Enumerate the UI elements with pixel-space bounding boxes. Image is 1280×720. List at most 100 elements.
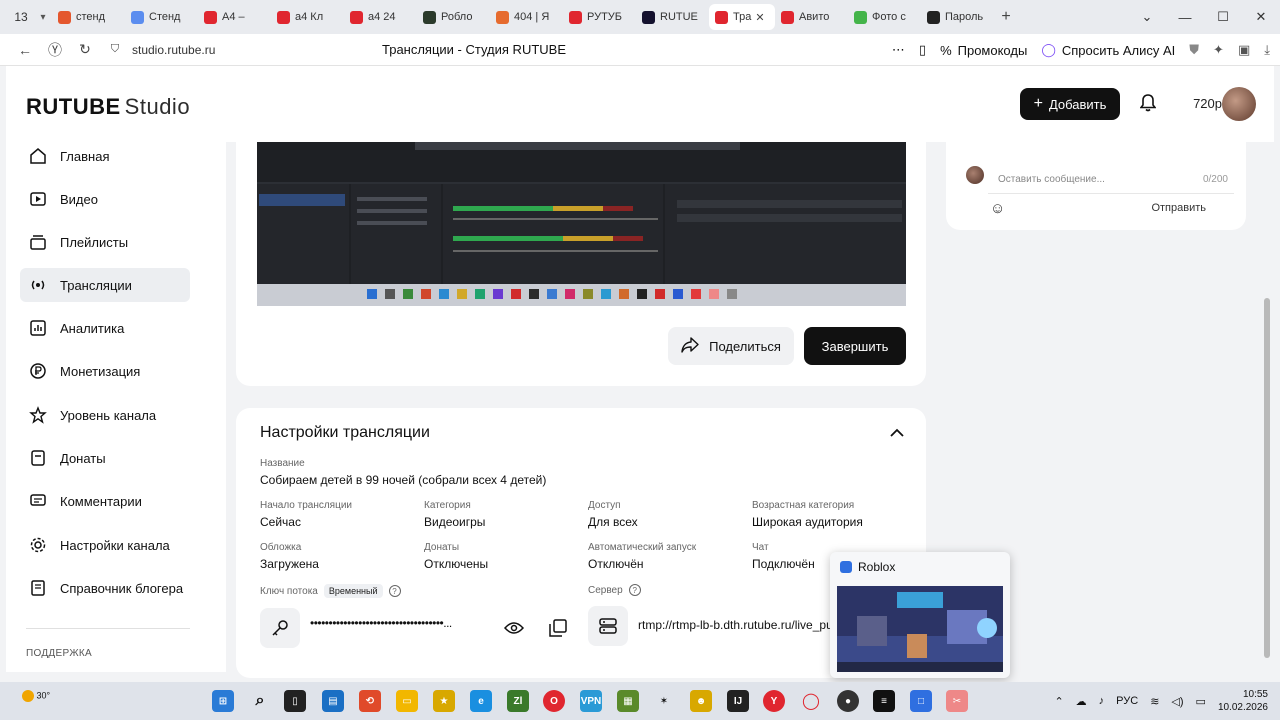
browser-tab[interactable]: Робло xyxy=(417,4,490,30)
key-icon[interactable] xyxy=(260,608,300,648)
promo-button[interactable]: % Промокоды xyxy=(940,43,1027,58)
search-icon[interactable]: ⌕ xyxy=(249,690,271,712)
tray-expand-icon[interactable]: ⌃ xyxy=(1054,695,1063,708)
minecraft-icon[interactable]: ▦ xyxy=(617,690,639,712)
edge-icon[interactable]: e xyxy=(470,690,492,712)
network-icon[interactable]: ☁ xyxy=(1076,695,1087,708)
roblox-thumbnail[interactable] xyxy=(837,586,1003,672)
sidebar-item-broadcast[interactable]: Трансляции xyxy=(20,268,190,302)
sidebar-item-donation[interactable]: Донаты xyxy=(20,441,190,475)
opera-gx-icon[interactable]: ◯ xyxy=(800,690,822,712)
browser-tab[interactable]: а4 Кл xyxy=(271,4,344,30)
browser-tab[interactable]: Фото с xyxy=(848,4,921,30)
balance-value[interactable]: 720р xyxy=(1193,96,1222,111)
emoji-icon[interactable]: ☺ xyxy=(990,200,1005,217)
wifi-icon[interactable]: ≋ xyxy=(1150,695,1159,708)
obs-icon[interactable]: ● xyxy=(837,690,859,712)
browser-tab[interactable]: стенд xyxy=(52,4,125,30)
sidebar-item-ruble[interactable]: Монетизация xyxy=(20,354,190,388)
alice-button[interactable]: ◯ Спросить Алису AI xyxy=(1041,42,1175,58)
minimize-icon[interactable]: — xyxy=(1166,10,1204,25)
snipping-icon[interactable]: ✂ xyxy=(946,690,968,712)
chevron-up-icon[interactable] xyxy=(890,424,904,440)
add-button[interactable]: + Добавить xyxy=(1020,88,1120,120)
maximize-icon[interactable]: ☐ xyxy=(1204,9,1242,25)
tab-favicon-icon xyxy=(277,10,290,24)
url-field[interactable]: studio.rutube.ru xyxy=(132,43,382,57)
tab-search-icon[interactable]: ⌄ xyxy=(1128,9,1166,25)
task-view-icon[interactable]: ▯ xyxy=(284,690,306,712)
browser-tab[interactable]: а4 24 xyxy=(344,4,417,30)
ij-icon[interactable]: IJ xyxy=(727,690,749,712)
volume-icon[interactable]: ◁) xyxy=(1171,695,1183,708)
sidebar-item-star[interactable]: Уровень канала xyxy=(20,398,190,432)
new-tab-button[interactable]: + xyxy=(994,8,1018,26)
extensions-icon[interactable]: ✦ xyxy=(1213,42,1224,58)
bookmark-icon[interactable]: ▯ xyxy=(919,42,926,58)
finish-stream-button[interactable]: Завершить xyxy=(804,327,906,365)
browser-tab[interactable]: Пароль xyxy=(921,4,994,30)
share-button[interactable]: Поделиться xyxy=(668,327,794,365)
chat-message-input[interactable]: Оставить сообщение... xyxy=(988,166,1234,194)
bird-icon[interactable]: ✶ xyxy=(653,690,675,712)
zl-icon[interactable]: Zl xyxy=(507,690,529,712)
share-arrow-icon xyxy=(681,336,699,356)
windows-start-icon[interactable]: ⊞ xyxy=(212,690,234,712)
sidepanel-icon[interactable]: ▣ xyxy=(1238,42,1250,58)
store-icon[interactable]: ▤ xyxy=(322,690,344,712)
weather-widget[interactable]: 30° xyxy=(22,690,50,702)
game-icon[interactable]: ★ xyxy=(433,690,455,712)
more-icon[interactable]: ⋯ xyxy=(892,42,905,58)
yandex-icon[interactable]: Ⓨ xyxy=(42,40,68,60)
sidebar-item-analytics[interactable]: Аналитика xyxy=(20,311,190,345)
send-button[interactable]: Отправить xyxy=(1151,202,1206,214)
download-icon[interactable]: ⤓ xyxy=(1264,42,1270,58)
tab-close-icon[interactable]: ✕ xyxy=(755,11,764,24)
sidebar-item-playlist[interactable]: Плейлисты xyxy=(20,225,190,259)
game2-icon[interactable]: ☻ xyxy=(690,690,712,712)
browser-tab[interactable]: 404 | Я xyxy=(490,4,563,30)
roblox-window-preview[interactable]: Roblox xyxy=(830,552,1010,678)
browser-tab[interactable]: Тра ✕ xyxy=(709,4,775,30)
rutube-icon[interactable]: ≡ xyxy=(873,690,895,712)
rutube-studio-logo[interactable]: RUTUBE Studio xyxy=(26,94,190,120)
battery-icon[interactable]: ▭ xyxy=(1196,695,1206,708)
opera-icon[interactable]: O xyxy=(543,690,565,712)
stream-preview[interactable] xyxy=(257,142,906,306)
browser-tab[interactable]: РУТУБ xyxy=(563,4,636,30)
language-indicator[interactable]: РУС xyxy=(1116,695,1138,707)
close-icon[interactable]: ✕ xyxy=(1242,9,1280,25)
page-scrollbar[interactable] xyxy=(1262,66,1272,672)
yandex-browser-icon[interactable]: Y xyxy=(763,690,785,712)
clock[interactable]: 10:55 10.02.2026 xyxy=(1218,688,1268,714)
browser-tab[interactable]: А4 – xyxy=(198,4,271,30)
vpn-icon[interactable]: VPN xyxy=(580,690,602,712)
user-avatar[interactable] xyxy=(1222,87,1256,121)
sidebar-item-book[interactable]: Справочник блогера xyxy=(20,571,190,605)
help-icon[interactable]: ? xyxy=(628,584,641,596)
help-icon[interactable]: ? xyxy=(388,585,401,597)
reload-icon[interactable]: ↻ xyxy=(72,41,98,58)
mic-icon[interactable]: ♪ xyxy=(1099,695,1105,707)
tab-label: Пароль xyxy=(945,11,984,23)
sidebar-item-gear[interactable]: Настройки канала xyxy=(20,528,190,562)
server-icon[interactable] xyxy=(588,606,628,646)
eye-icon[interactable] xyxy=(502,616,526,640)
folder-icon[interactable]: ▭ xyxy=(396,690,418,712)
notification-bell-icon[interactable] xyxy=(1139,94,1157,117)
tab-counter[interactable]: 13 xyxy=(8,6,34,28)
browser-tab[interactable]: Стенд xyxy=(125,4,198,30)
back-icon[interactable]: ← xyxy=(12,42,38,58)
browser-tab[interactable]: RUTUE xyxy=(636,4,709,30)
copy-icon[interactable] xyxy=(546,616,570,640)
chevron-down-icon[interactable]: ▾ xyxy=(34,12,52,23)
shield-icon[interactable]: ⛊ xyxy=(1189,42,1199,58)
roblox-taskbar-icon[interactable]: □ xyxy=(910,690,932,712)
sidebar-item-video[interactable]: Видео xyxy=(20,182,190,216)
sidebar-item-comment[interactable]: Комментарии xyxy=(20,484,190,518)
app-icon[interactable]: ⟲ xyxy=(359,690,381,712)
scrollbar-thumb[interactable] xyxy=(1264,298,1270,658)
support-label[interactable]: ПОДДЕРЖКА xyxy=(26,648,92,659)
sidebar-item-home[interactable]: Главная xyxy=(20,139,190,173)
browser-tab[interactable]: Авито xyxy=(775,4,848,30)
